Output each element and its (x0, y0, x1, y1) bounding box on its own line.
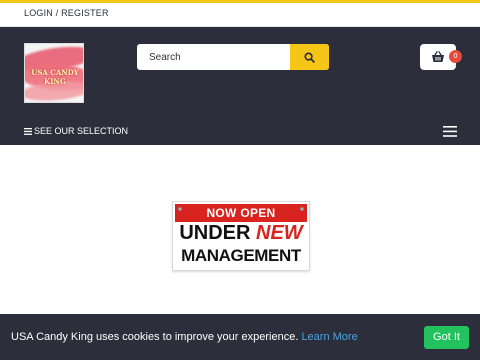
see-selection-menu[interactable]: SEE OUR SELECTION (24, 126, 128, 136)
nav-bar: SEE OUR SELECTION (0, 117, 480, 145)
search-input[interactable] (137, 44, 290, 70)
menu-icon[interactable] (443, 126, 457, 137)
login-register-link[interactable]: LOGIN / REGISTER (24, 8, 109, 18)
basket-icon (432, 51, 444, 62)
see-selection-label: SEE OUR SELECTION (34, 126, 129, 136)
banner-word-new: NEW (256, 222, 303, 244)
banner-grommet (300, 207, 304, 211)
learn-more-link[interactable]: Learn More (301, 331, 357, 343)
under-new-management-banner: NOW OPEN UNDER NEW MANAGEMENT (172, 201, 310, 271)
cookie-message: USA Candy King uses cookies to improve y… (11, 331, 358, 343)
site-logo[interactable]: USA CANDY KING (24, 43, 84, 103)
cart-count-badge: 0 (449, 50, 462, 63)
banner-grommet (178, 207, 182, 211)
hamburger-icon (24, 127, 32, 135)
banner-line-2: UNDER NEW (173, 222, 309, 244)
banner-line-3: MANAGEMENT (181, 246, 301, 265)
search-bar (137, 44, 329, 70)
search-icon (304, 51, 315, 63)
logo-text: USA CANDY KING (31, 68, 79, 86)
site-header: USA CANDY KING 0 SEE OUR SELECTIO (0, 27, 480, 145)
accept-cookies-button[interactable]: Got It (424, 326, 469, 349)
cookie-text: USA Candy King uses cookies to improve y… (11, 331, 299, 343)
banner-word-under: UNDER (179, 222, 251, 244)
banner-headline: NOW OPEN (175, 204, 307, 222)
top-bar: LOGIN / REGISTER (0, 3, 480, 27)
search-button[interactable] (290, 44, 329, 70)
cookie-bar: USA Candy King uses cookies to improve y… (0, 314, 480, 360)
